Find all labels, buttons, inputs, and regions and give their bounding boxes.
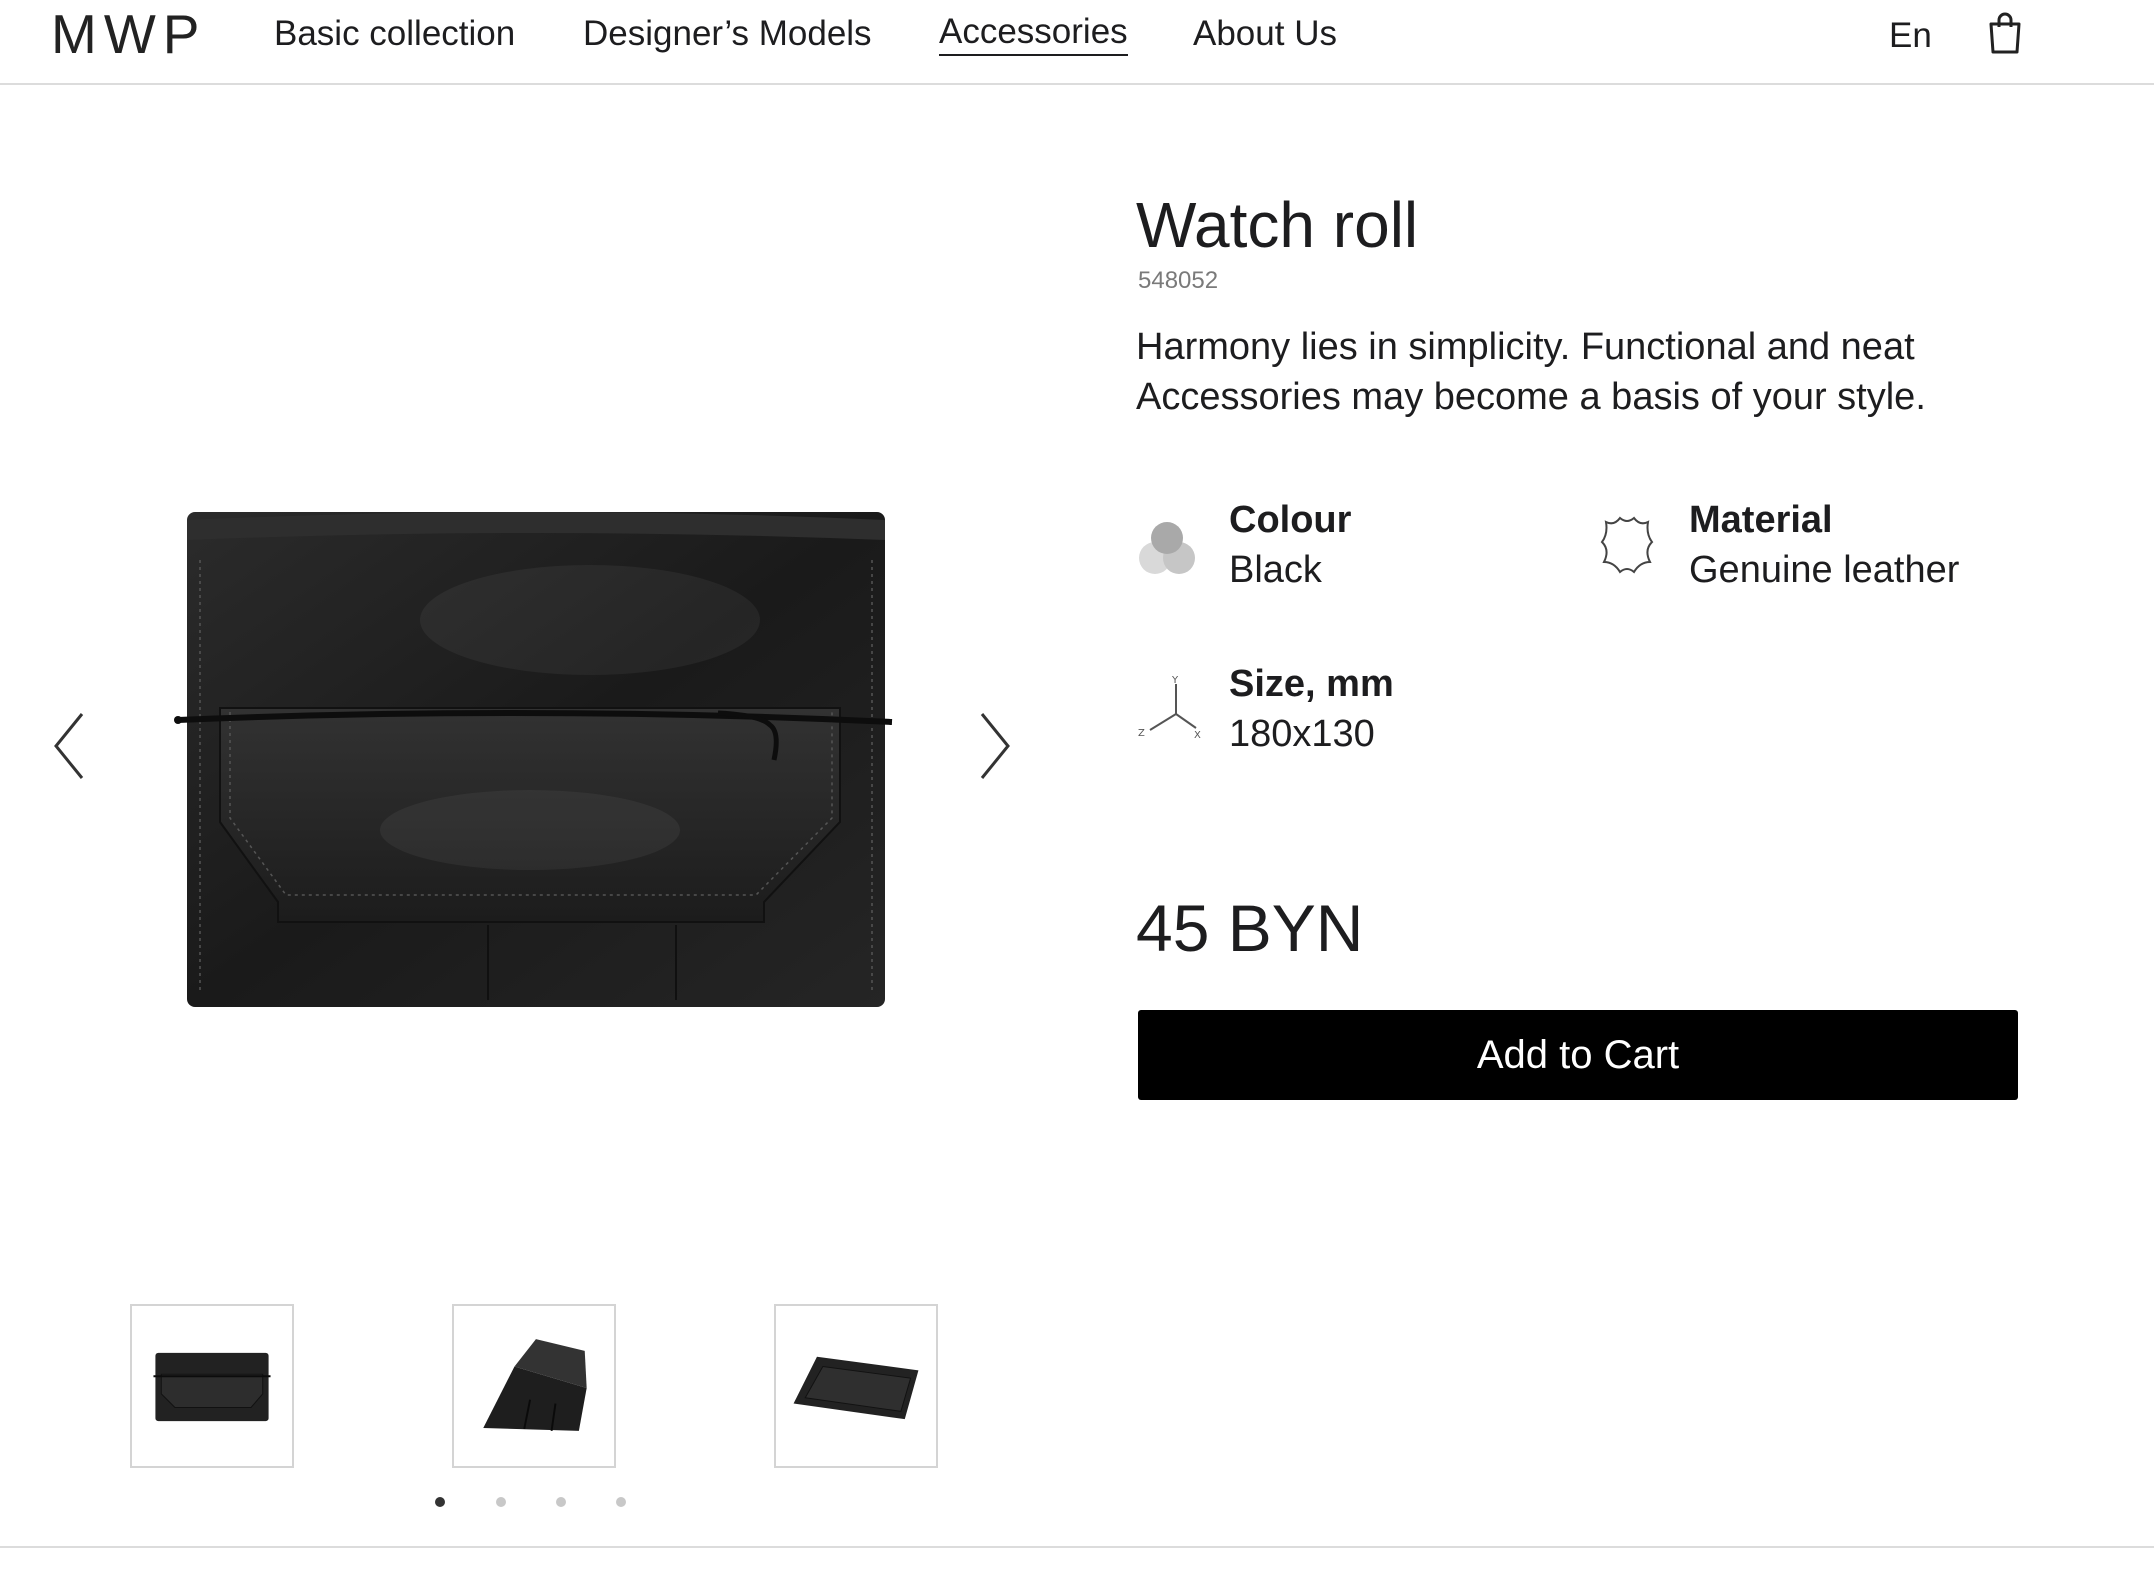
shopping-bag-icon[interactable] bbox=[1988, 12, 2022, 54]
size-value: 180x130 bbox=[1229, 713, 1375, 755]
carousel-dot-2[interactable] bbox=[496, 1497, 506, 1507]
carousel-dot-3[interactable] bbox=[556, 1497, 566, 1507]
site-logo[interactable]: MWP bbox=[51, 3, 206, 65]
nav-about-us[interactable]: About Us bbox=[1193, 10, 1337, 58]
product-description: Harmony lies in simplicity. Functional a… bbox=[1136, 326, 1926, 418]
thumbnail-1[interactable] bbox=[130, 1304, 294, 1468]
material-value: Genuine leather bbox=[1689, 549, 1960, 591]
material-label: Material bbox=[1689, 499, 1833, 541]
size-label: Size, mm bbox=[1229, 663, 1394, 705]
chevron-left-icon bbox=[54, 713, 84, 779]
colour-value: Black bbox=[1229, 549, 1322, 591]
colour-label: Colour bbox=[1229, 499, 1352, 541]
product-price: 45 BYN bbox=[1136, 891, 1364, 965]
chevron-right-icon bbox=[980, 713, 1010, 779]
add-to-cart-button[interactable]: Add to Cart bbox=[1138, 1010, 2018, 1100]
site-header: MWP Basic collection Designer’s Models A… bbox=[0, 0, 2154, 85]
nav-basic-collection[interactable]: Basic collection bbox=[274, 10, 515, 58]
colour-swatch-icon bbox=[1136, 516, 1202, 582]
xyz-axes-icon: Y Z X bbox=[1136, 675, 1202, 742]
gallery-prev-button[interactable] bbox=[50, 710, 90, 782]
carousel-dot-4[interactable] bbox=[616, 1497, 626, 1507]
language-selector[interactable]: En bbox=[1889, 12, 1932, 60]
thumbnail-2[interactable] bbox=[452, 1304, 616, 1468]
thumbnail-3[interactable] bbox=[774, 1304, 938, 1468]
gallery-next-button[interactable] bbox=[974, 710, 1014, 782]
divider bbox=[0, 1546, 2154, 1548]
nav-accessories[interactable]: Accessories bbox=[939, 10, 1128, 56]
svg-text:Z: Z bbox=[1138, 728, 1145, 739]
product-sku: 548052 bbox=[1138, 267, 1219, 294]
leather-hide-icon bbox=[1594, 512, 1660, 578]
product-main-image bbox=[170, 500, 900, 1020]
svg-text:Y: Y bbox=[1171, 676, 1179, 686]
carousel-dot-1[interactable] bbox=[435, 1497, 445, 1507]
product-title: Watch roll bbox=[1136, 189, 1419, 261]
svg-text:X: X bbox=[1194, 730, 1201, 741]
nav-designers-models[interactable]: Designer’s Models bbox=[583, 10, 872, 58]
